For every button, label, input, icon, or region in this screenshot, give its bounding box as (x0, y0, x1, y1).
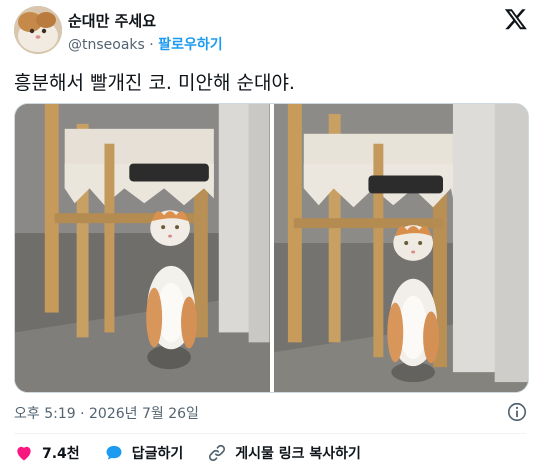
x-logo-icon[interactable] (504, 7, 528, 31)
follow-button[interactable]: 팔로우하기 (158, 37, 222, 53)
link-icon (209, 444, 226, 462)
info-icon[interactable] (506, 401, 528, 423)
heart-icon (17, 446, 31, 461)
author-handle-row: @tnseoaks · 팔로우하기 (68, 34, 223, 54)
copy-link-button[interactable]: 게시물 링크 복사하기 (207, 443, 361, 463)
divider (14, 433, 526, 434)
tweet-timestamp[interactable]: 오후 5:19 · 2026년 7월 26일 (14, 403, 199, 423)
tweet-photo-1[interactable] (15, 104, 270, 392)
action-bar: 7.4천 답글하기 게시물 링크 복사하기 (14, 443, 385, 463)
like-button[interactable]: 7.4천 (14, 443, 80, 463)
photo-1-image (15, 104, 270, 392)
tweet-photo-2[interactable] (273, 104, 528, 392)
author-handle[interactable]: @tnseoaks (68, 37, 145, 53)
photo-2-image (273, 104, 528, 392)
like-count: 7.4천 (42, 446, 80, 462)
avatar-cat-image (14, 6, 62, 54)
speech-bubble-icon (106, 445, 122, 460)
copy-link-label: 게시물 링크 복사하기 (235, 446, 361, 462)
media-grid (14, 103, 529, 393)
reply-button[interactable]: 답글하기 (104, 443, 184, 463)
reply-label: 답글하기 (131, 446, 184, 462)
author-display-name[interactable]: 순대만 주세요 (68, 10, 156, 31)
avatar[interactable] (14, 6, 62, 54)
handle-separator: · (149, 37, 154, 53)
tweet-text: 흥분해서 빨개진 코. 미안해 순대야. (14, 72, 295, 94)
